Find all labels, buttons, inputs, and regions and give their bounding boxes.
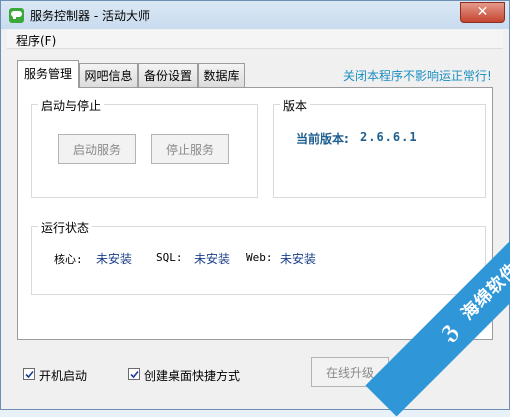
start-stop-title: 启动与停止 [38, 97, 105, 114]
tab-backup-settings[interactable]: 备份设置 [138, 63, 198, 87]
desktop-shortcut-checkbox[interactable]: 创建桌面快捷方式 [128, 367, 258, 383]
autostart-label: 开机启动 [39, 369, 88, 383]
status-web-label: Web: [246, 251, 273, 264]
window-title: 服务控制器 - 活动大师 [30, 9, 150, 23]
version-title: 版本 [280, 97, 311, 114]
version-group: 版本 当前版本: 2.6.6.1 [273, 97, 486, 198]
close-button[interactable]: ✕ [460, 2, 505, 23]
status-web-value: 未安装 [280, 252, 317, 266]
tab-netbar-info[interactable]: 网吧信息 [79, 63, 138, 87]
tab-database[interactable]: 数据库 [198, 63, 245, 87]
tab-service-management[interactable]: 服务管理 [17, 60, 79, 88]
start-stop-group: 启动与停止 启动服务 停止服务 [31, 97, 258, 198]
version-value: 2.6.6.1 [360, 130, 418, 144]
autostart-check-icon[interactable] [23, 368, 35, 380]
desktop-shortcut-label: 创建桌面快捷方式 [144, 369, 241, 383]
menu-program[interactable]: 程序(F) [16, 32, 56, 49]
version-label: 当前版本: [296, 132, 349, 146]
stop-service-button[interactable]: 停止服务 [151, 134, 229, 164]
notice-text: 关闭本程序不影响运正常行! [343, 69, 492, 83]
status-core-label: 核心: [54, 253, 83, 266]
start-service-button[interactable]: 启动服务 [58, 134, 136, 164]
menu-bar: 程序(F) [7, 30, 503, 49]
status-sql-value: 未安装 [194, 252, 231, 266]
app-logo-icon [9, 8, 24, 23]
run-status-title: 运行状态 [38, 219, 93, 236]
desktop-shortcut-check-icon[interactable] [128, 368, 140, 380]
run-status-group: 运行状态 核心: 未安装 SQL: 未安装 Web: 未安装 [31, 219, 486, 295]
title-bar[interactable]: 服务控制器 - 活动大师 ✕ [1, 1, 509, 29]
autostart-checkbox[interactable]: 开机启动 [23, 367, 113, 383]
tab-panel: 启动与停止 启动服务 停止服务 版本 当前版本: 2.6.6.1 运行状态 核心… [17, 87, 493, 340]
status-core-value: 未安装 [96, 252, 133, 266]
status-sql-label: SQL: [156, 251, 183, 264]
